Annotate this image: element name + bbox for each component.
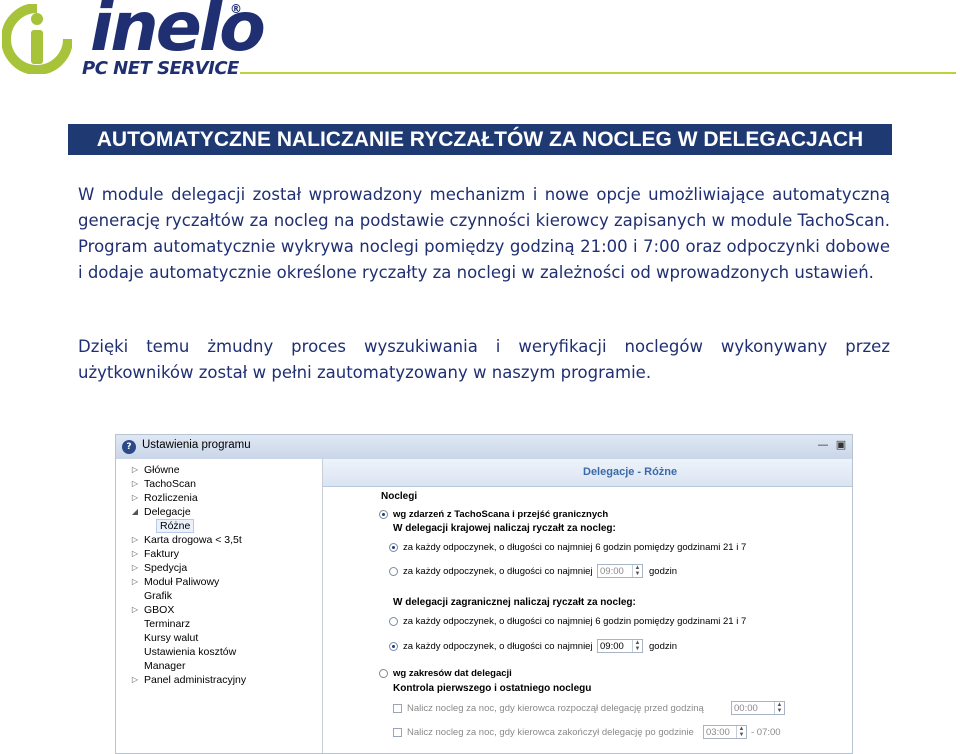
tree-item-gbox[interactable]: ▷ GBOX [130, 603, 174, 617]
domestic-hours-unit: godzin [649, 566, 677, 577]
radio-domestic-6h[interactable] [389, 543, 398, 552]
maximize-icon[interactable]: ▣ [834, 439, 848, 451]
checkbox-start-before-label: Nalicz nocleg za noc, gdy kierowca rozpo… [407, 703, 704, 714]
inelo-logo: inelo ® PC NET SERVICE [0, 0, 266, 80]
minimize-icon[interactable]: — [816, 439, 830, 451]
start-before-time-input[interactable]: 00:00 ▲ ▼ [731, 701, 785, 715]
radio-date-ranges-label: wg zakresów dat delegacji [393, 668, 512, 679]
panel-header: Delegacje - Różne [323, 459, 852, 487]
expand-arrow-icon[interactable]: ▷ [130, 547, 140, 561]
radio-domestic-custom-label: za każdy odpoczynek, o długości co najmn… [403, 566, 593, 577]
expand-arrow-icon[interactable]: ▷ [130, 673, 140, 687]
radio-date-ranges[interactable] [379, 669, 388, 678]
spinner-icon[interactable]: ▲ ▼ [774, 702, 784, 714]
panel-title: Delegacje - Różne [583, 466, 678, 478]
radio-foreign-6h[interactable] [389, 617, 398, 626]
domestic-hours-input[interactable]: 09:00 ▲ ▼ [597, 564, 643, 578]
tree-item-faktury[interactable]: ▷ Faktury [130, 547, 179, 561]
expand-arrow-icon[interactable]: ▷ [130, 463, 140, 477]
tree-item-karta-drogowa[interactable]: ▷ Karta drogowa < 3,5t [130, 533, 242, 547]
foreign-header: W delegacji zagranicznej naliczaj ryczał… [393, 597, 636, 608]
radio-tacho-events[interactable] [379, 510, 388, 519]
control-header: Kontrola pierwszego i ostatniego noclegu [393, 683, 592, 694]
expand-arrow-icon[interactable]: ▷ [130, 561, 140, 575]
radio-domestic-custom[interactable] [389, 567, 398, 576]
tree-item-modul-paliwowy[interactable]: ▷ Moduł Paliwowy [130, 575, 219, 589]
benefit-paragraph: Dzięki temu żmudny proces wyszukiwania i… [78, 337, 890, 382]
tree-item-rozne[interactable]: Różne [156, 519, 195, 533]
spinner-icon[interactable]: ▲ ▼ [632, 565, 642, 577]
radio-tacho-events-label: wg zdarzeń z TachoScana i przejść granic… [393, 509, 609, 520]
checkbox-end-after[interactable] [393, 728, 402, 737]
spinner-icon[interactable]: ▲ ▼ [632, 640, 642, 652]
checkbox-start-before[interactable] [393, 704, 402, 713]
checkbox-end-after-label: Nalicz nocleg za noc, gdy kierowca zakoń… [407, 727, 694, 738]
collapse-arrow-icon[interactable]: ◢ [130, 505, 140, 519]
logo-subtitle: PC NET SERVICE [82, 58, 239, 79]
tree-item-panel-administracyjny[interactable]: ▷ Panel administracyjny [130, 673, 246, 687]
group-noclegi-label: Noclegi [381, 491, 418, 502]
domestic-header: W delegacji krajowej naliczaj ryczałt za… [393, 523, 616, 534]
expand-arrow-icon[interactable]: ▷ [130, 575, 140, 589]
expand-arrow-icon[interactable]: ▷ [130, 533, 140, 547]
description-paragraph: W module delegacji został wprowadzony me… [78, 185, 890, 282]
tree-item-kursy-walut[interactable]: Kursy walut [144, 631, 198, 645]
settings-window: ? Ustawienia programu — ▣ ▷ Główne ▷ Tacho… [115, 434, 853, 754]
window-title: Ustawienia programu [142, 439, 251, 451]
expand-arrow-icon[interactable]: ▷ [130, 477, 140, 491]
radio-foreign-custom[interactable] [389, 642, 398, 651]
settings-panel: Delegacje - Różne Noclegi wg zdarzeń z T… [323, 459, 852, 753]
tree-item-delegacje[interactable]: ◢ Delegacje [130, 505, 191, 519]
tree-item-grafik[interactable]: Grafik [144, 589, 172, 603]
logo-registered-mark: ® [230, 2, 242, 16]
radio-foreign-6h-label: za każdy odpoczynek, o długości co najmn… [403, 616, 747, 627]
tree-item-tachoscan[interactable]: ▷ TachoScan [130, 477, 196, 491]
tree-item-manager[interactable]: Manager [144, 659, 185, 673]
section-title: AUTOMATYCZNE NALICZANIE RYCZAŁTÓW ZA NOC… [68, 124, 892, 155]
radio-domestic-6h-label: za każdy odpoczynek, o długości co najmn… [403, 542, 747, 553]
header-divider [240, 72, 956, 74]
tree-item-spedycja[interactable]: ▷ Spedycja [130, 561, 187, 575]
end-after-range-label: - 07:00 [751, 727, 781, 738]
spinner-icon[interactable]: ▲ ▼ [736, 726, 746, 738]
inelo-logo-mark [2, 4, 72, 74]
tree-item-ustawienia-kosztow[interactable]: Ustawienia kosztów [144, 645, 236, 659]
settings-tree: ▷ Główne ▷ TachoScan ▷ Rozliczenia ◢ Delegac… [116, 459, 323, 753]
tree-item-rozliczenia[interactable]: ▷ Rozliczenia [130, 491, 198, 505]
end-after-time-input[interactable]: 03:00 ▲ ▼ [703, 725, 747, 739]
foreign-hours-unit: godzin [649, 641, 677, 652]
expand-arrow-icon[interactable]: ▷ [130, 491, 140, 505]
foreign-hours-input[interactable]: 09:00 ▲ ▼ [597, 639, 643, 653]
tree-item-terminarz[interactable]: Terminarz [144, 617, 190, 631]
tree-item-glowne[interactable]: ▷ Główne [130, 463, 180, 477]
expand-arrow-icon[interactable]: ▷ [130, 603, 140, 617]
radio-foreign-custom-label: za każdy odpoczynek, o długości co najmn… [403, 641, 593, 652]
window-titlebar: ? Ustawienia programu — ▣ [116, 435, 852, 460]
app-icon: ? [122, 440, 136, 454]
